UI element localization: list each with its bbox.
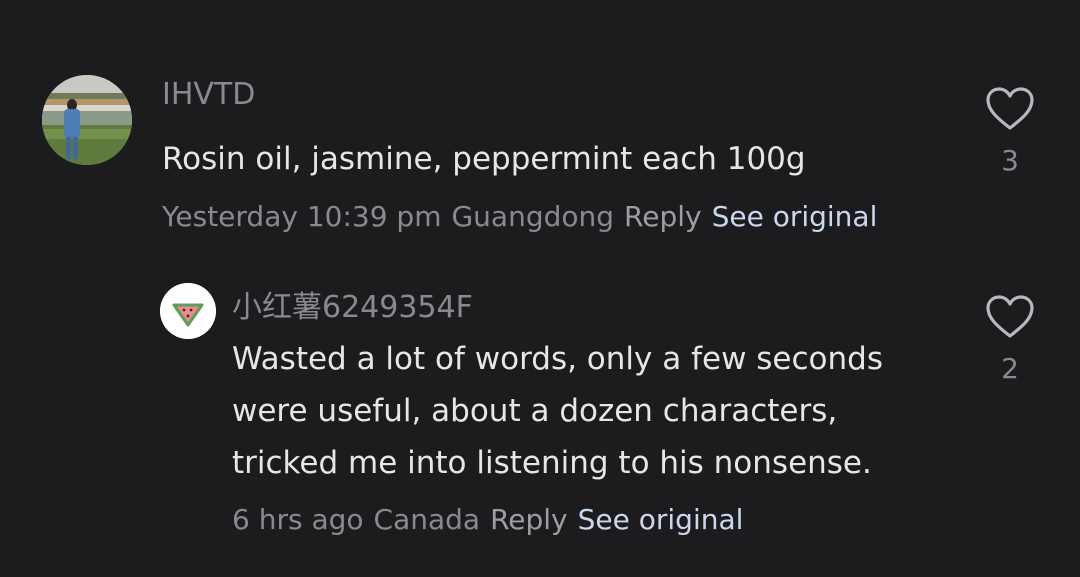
user-avatar[interactable] <box>160 283 216 339</box>
see-original-button[interactable]: See original <box>712 200 878 233</box>
comment-meta: Yesterday 10:39 pm Guangdong Reply See orig… <box>162 200 887 233</box>
comment-username[interactable]: 小红薯6249354F <box>232 282 473 326</box>
comment-meta: 6 hrs ago Canada Reply See original <box>232 503 753 536</box>
comment-location: Guangdong <box>451 200 615 233</box>
reply-button[interactable]: Reply <box>490 503 568 536</box>
like-count: 2 <box>1001 352 1019 385</box>
like-button[interactable]: 3 <box>980 86 1040 177</box>
person-photo-avatar-icon <box>42 75 132 165</box>
watermelon-avatar-icon <box>160 283 216 339</box>
comment-timestamp: 6 hrs ago <box>232 503 364 536</box>
comment-text: Rosin oil, jasmine, peppermint each 100g <box>162 141 806 177</box>
comment-location: Canada <box>373 503 481 536</box>
heart-outline-icon <box>986 87 1034 130</box>
comments-section: IHVTD Rosin oil, jasmine, peppermint eac… <box>0 0 1080 577</box>
like-button[interactable]: 2 <box>980 294 1040 385</box>
comment-text: Wasted a lot of words, only a few second… <box>232 341 883 481</box>
see-original-button[interactable]: See original <box>578 503 744 536</box>
heart-outline-icon <box>986 295 1034 338</box>
comment-timestamp: Yesterday 10:39 pm <box>162 200 442 233</box>
user-avatar[interactable] <box>42 75 132 165</box>
comment-username[interactable]: IHVTD <box>162 77 255 112</box>
reply-button[interactable]: Reply <box>624 200 702 233</box>
like-count: 3 <box>1001 144 1019 177</box>
